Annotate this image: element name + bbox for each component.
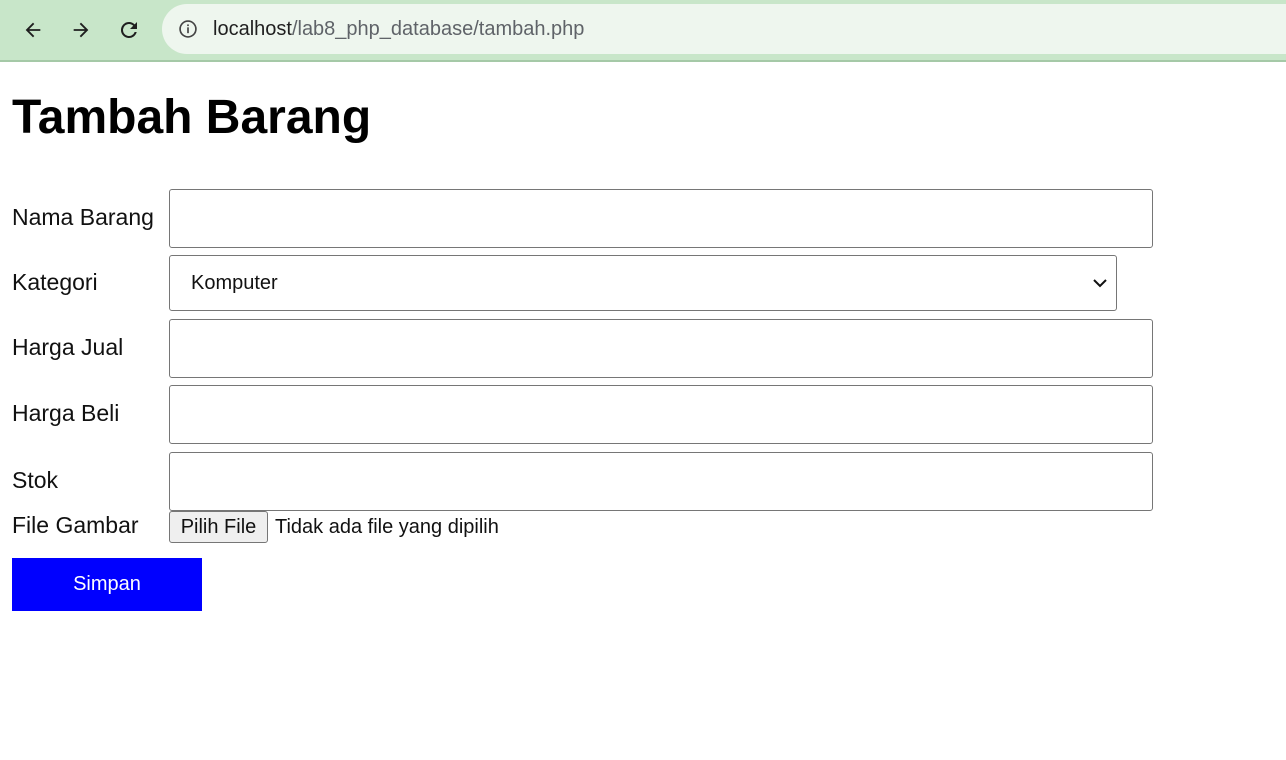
choose-file-button[interactable]: Pilih File — [169, 511, 268, 543]
harga-beli-input[interactable] — [169, 385, 1153, 444]
harga-beli-label: Harga Beli — [12, 400, 120, 426]
url-host: localhost — [213, 18, 292, 40]
address-bar[interactable]: localhost/lab8_php_database/tambah.php — [162, 4, 1286, 54]
info-icon[interactable] — [178, 19, 198, 39]
nama-barang-input[interactable] — [169, 189, 1153, 248]
browser-toolbar: localhost/lab8_php_database/tambah.php — [0, 0, 1286, 62]
harga-jual-input[interactable] — [169, 319, 1153, 378]
back-button[interactable] — [15, 12, 51, 48]
arrow-right-icon — [73, 22, 89, 38]
page-content: Tambah Barang Nama Barang Kategori Kompu… — [0, 62, 1286, 760]
file-status-text: Tidak ada file yang dipilih — [275, 516, 499, 538]
simpan-button[interactable]: Simpan — [12, 558, 202, 611]
reload-icon — [120, 21, 137, 38]
arrow-left-icon — [25, 22, 41, 38]
url-text[interactable]: localhost/lab8_php_database/tambah.php — [213, 18, 584, 40]
harga-jual-label: Harga Jual — [12, 334, 124, 360]
url-path: /lab8_php_database/tambah.php — [291, 18, 585, 40]
nama-barang-label: Nama Barang — [12, 204, 154, 230]
kategori-select[interactable]: Komputer — [169, 255, 1117, 311]
chevron-down-icon — [1093, 279, 1107, 288]
file-gambar-label: File Gambar — [12, 512, 139, 538]
kategori-label: Kategori — [12, 269, 98, 295]
stok-label: Stok — [12, 467, 59, 493]
page-title: Tambah Barang — [12, 91, 372, 144]
kategori-selected-value: Komputer — [191, 272, 278, 294]
forward-button[interactable] — [63, 12, 99, 48]
stok-input[interactable] — [169, 452, 1153, 511]
reload-button[interactable] — [111, 12, 147, 48]
